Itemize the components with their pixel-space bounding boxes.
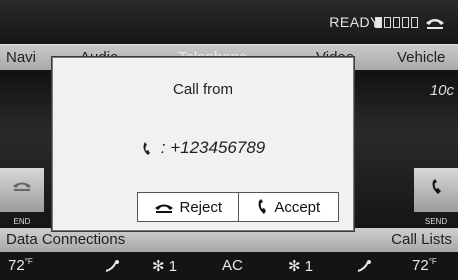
send-call-icon [432, 179, 441, 194]
tab-call-lists[interactable]: Call Lists [391, 231, 452, 248]
right-airflow-icon[interactable] [356, 259, 374, 273]
caller-prefix: : [160, 138, 166, 157]
reject-label: Reject [179, 198, 223, 216]
signal-strength-icon [375, 17, 418, 28]
send-call-softkey[interactable]: SEND [414, 168, 458, 226]
dialog-title: Call from [172, 81, 233, 98]
menu-item-vehicle[interactable]: Vehicle [397, 49, 445, 66]
left-fan-speed[interactable]: ✻ 1 [152, 257, 177, 275]
left-temperature[interactable]: 72°F [8, 257, 33, 274]
menu-item-navi[interactable]: Navi [6, 49, 36, 66]
phone-icon [258, 199, 267, 214]
fan-icon: ✻ [288, 258, 301, 275]
incoming-call-dialog: Call from : +123456789 Reject Accept [52, 57, 354, 231]
right-temperature[interactable]: 72°F [412, 257, 437, 274]
reject-button[interactable]: Reject [138, 193, 238, 221]
end-call-icon [13, 182, 31, 191]
fan-icon: ✻ [152, 258, 165, 275]
ac-button[interactable]: AC [222, 257, 243, 274]
background-number: 10c [429, 82, 454, 99]
call-action-buttons: Reject Accept [137, 192, 339, 222]
end-label: END [13, 217, 31, 226]
tab-data-connections[interactable]: Data Connections [6, 231, 125, 248]
screen: READY Navi Audio Telephone Video Vehicle… [0, 0, 458, 280]
send-label: SEND [424, 217, 448, 226]
caller-number: +123456789 [170, 138, 266, 157]
climate-bar: 72°F ✻ 1 AC ✻ 1 72°F [0, 252, 458, 280]
bottom-tab-bar: Data Connections Call Lists [0, 228, 458, 252]
hangup-icon [155, 204, 174, 213]
status-bar: READY [0, 0, 458, 44]
right-fan-speed[interactable]: ✻ 1 [288, 257, 313, 275]
caller-row: : +123456789 [53, 138, 353, 158]
status-text: READY [329, 14, 380, 30]
accept-label: Accept [274, 198, 321, 216]
accept-button[interactable]: Accept [237, 193, 339, 221]
phone-icon [143, 141, 150, 155]
end-call-softkey[interactable]: END [0, 168, 44, 226]
phone-hangup-icon [426, 19, 444, 29]
left-airflow-icon[interactable] [104, 259, 122, 273]
